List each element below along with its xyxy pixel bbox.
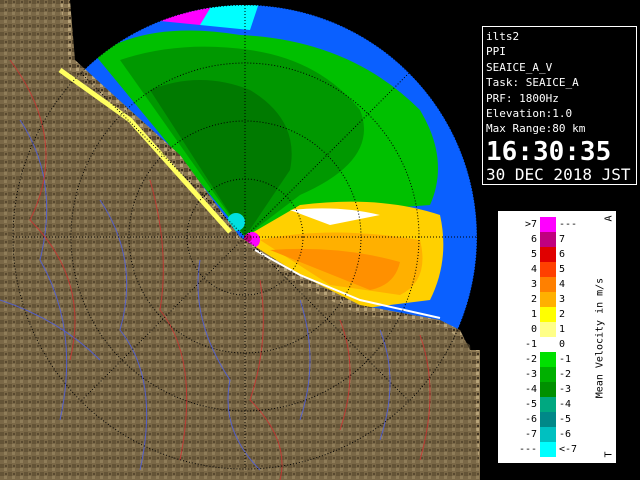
scan-type: PPI <box>486 45 506 59</box>
legend-swatch <box>540 262 556 277</box>
legend-upper-bound: --- <box>559 219 578 230</box>
legend-upper-bound: <-7 <box>559 444 578 455</box>
legend-top-marker: A <box>603 215 615 222</box>
legend-swatch <box>540 367 556 382</box>
product-name: SEAICE_A_V <box>486 60 553 74</box>
legend-bottom-marker: T <box>603 451 615 458</box>
legend-swatch <box>540 442 556 457</box>
legend-lower-bound: -1 <box>524 339 537 350</box>
legend-lower-bound: -3 <box>524 369 537 380</box>
scan-date: 30 DEC 2018 JST <box>486 164 631 184</box>
legend-lower-bound: >7 <box>524 219 537 230</box>
legend-upper-bound: 7 <box>559 234 566 245</box>
legend-upper-bound: 2 <box>559 309 566 320</box>
legend-lower-bound: -7 <box>524 429 537 440</box>
legend-title: Mean Velocity in m/s <box>594 277 606 399</box>
legend-upper-bound: -2 <box>559 369 572 380</box>
legend-lower-bound: -5 <box>524 399 537 410</box>
legend-upper-bound: -3 <box>559 384 572 395</box>
legend-swatch <box>540 352 556 367</box>
legend-swatch <box>540 427 556 442</box>
legend-swatch <box>540 412 556 427</box>
velocity-color-legend: >7 --- 6 7 5 6 4 5 3 4 2 3 1 2 0 1 -1 0 -2 -1 -3 -2 -4 -3 -5 -4 -6… <box>497 210 617 464</box>
legend-swatch <box>540 277 556 292</box>
legend-swatch <box>540 307 556 322</box>
legend-swatch <box>540 322 556 337</box>
scan-time: 16:30:35 <box>486 136 612 167</box>
legend-upper-bound: -5 <box>559 414 572 425</box>
max-range-value: Max Range:80 km <box>486 122 586 136</box>
legend-lower-bound: 6 <box>530 234 537 245</box>
legend-swatch <box>540 292 556 307</box>
legend-upper-bound: 0 <box>559 339 566 350</box>
task-name: Task: SEAICE_A <box>486 76 579 90</box>
radar-info-panel: ilts2 PPI SEAICE_A_V Task: SEAICE_A PRF:… <box>482 26 637 185</box>
elevation-value: Elevation:1.0 <box>486 107 573 121</box>
legend-upper-bound: -1 <box>559 354 572 365</box>
legend-upper-bound: 4 <box>559 279 566 290</box>
legend-upper-bound: -4 <box>559 399 572 410</box>
legend-lower-bound: 5 <box>530 249 537 260</box>
legend-upper-bound: 5 <box>559 264 566 275</box>
legend-lower-bound: --- <box>518 444 537 455</box>
legend-swatch <box>540 232 556 247</box>
legend-lower-bound: -2 <box>524 354 537 365</box>
legend-swatch <box>540 247 556 262</box>
legend-upper-bound: 1 <box>559 324 566 335</box>
legend-upper-bound: 3 <box>559 294 566 305</box>
legend-swatch <box>540 337 556 352</box>
radar-ppi-display[interactable] <box>0 0 480 480</box>
legend-lower-bound: 3 <box>530 279 537 290</box>
legend-upper-bound: -6 <box>559 429 572 440</box>
station-name: ilts2 <box>486 30 520 43</box>
legend-lower-bound: 2 <box>530 294 537 305</box>
legend-lower-bound: 4 <box>530 264 537 275</box>
legend-swatch <box>540 217 556 232</box>
legend-lower-bound: -6 <box>524 414 537 425</box>
legend-swatch <box>540 382 556 397</box>
legend-lower-bound: 1 <box>530 309 537 320</box>
legend-lower-bound: -4 <box>524 384 537 395</box>
legend-upper-bound: 6 <box>559 249 566 260</box>
legend-swatch <box>540 397 556 412</box>
prf-value: PRF: 1800Hz <box>486 91 559 105</box>
legend-lower-bound: 0 <box>530 324 537 335</box>
